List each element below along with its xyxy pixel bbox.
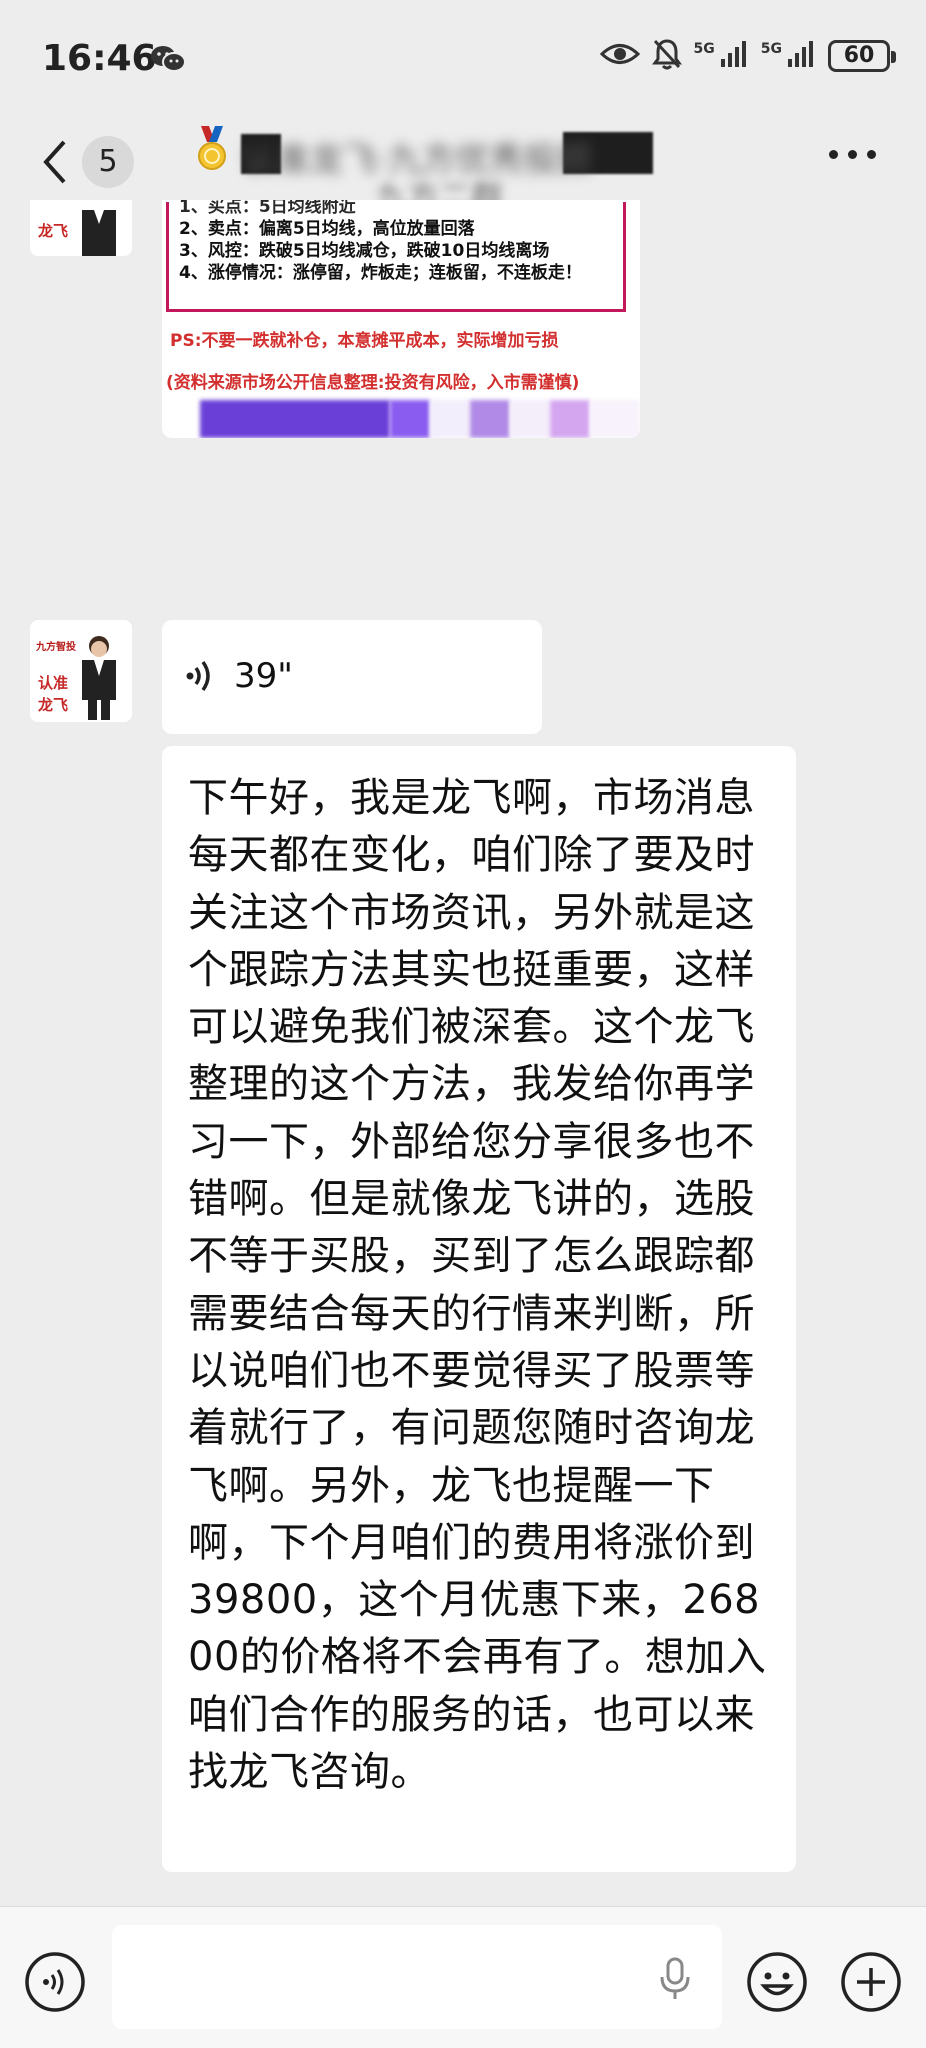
person-icon bbox=[76, 200, 122, 256]
network-label-1: 5G bbox=[693, 41, 715, 57]
avatar-tag: 龙飞 bbox=[38, 696, 69, 714]
mic-icon[interactable] bbox=[658, 1957, 692, 2005]
avatar-tag: 认准 bbox=[38, 674, 69, 692]
more-icon[interactable] bbox=[829, 150, 876, 159]
person-icon bbox=[76, 634, 122, 722]
unread-count-badge[interactable]: 5 bbox=[82, 136, 134, 188]
battery-icon: 60 bbox=[828, 40, 896, 72]
voice-wave-icon bbox=[184, 658, 216, 698]
avatar[interactable]: 龙飞 bbox=[30, 200, 132, 256]
rule-line: 2、卖点：偏离5日均线，高位放量回落 bbox=[179, 219, 475, 239]
avatar-brand: 九方智投 bbox=[36, 642, 76, 653]
ps-warning: PS:不要一跌就补仓，本意摊平成本，实际增加亏损 bbox=[170, 331, 559, 351]
chat-header: 5 认准龙飞·九方优秀投顾 九方二群 bbox=[0, 120, 926, 216]
back-icon[interactable] bbox=[38, 136, 72, 192]
medal-icon bbox=[195, 124, 229, 180]
emoji-icon[interactable] bbox=[746, 1951, 808, 2017]
plus-icon[interactable] bbox=[840, 1951, 902, 2017]
message-text: 下午好，我是龙飞啊，市场消息每天都在变化，咱们除了要及时关注这个市场资讯，另外就… bbox=[188, 775, 767, 1796]
signal-icon bbox=[719, 39, 749, 73]
input-bar bbox=[0, 1906, 926, 2048]
rule-line: 4、涨停情况：涨停留，炸板走；连板留，不连板走！ bbox=[179, 263, 582, 283]
chat-title: 认准龙飞·九方优秀投顾 九方二群 bbox=[195, 124, 755, 216]
blurred-strip bbox=[200, 400, 640, 438]
strategy-card: 1、买点：5日均线附近 2、卖点：偏离5日均线，高位放量回落 3、风控：跌破5日… bbox=[166, 200, 626, 312]
rule-line: 1、买点：5日均线附近 bbox=[179, 200, 356, 217]
status-indicators: 5G 5G 60 bbox=[599, 38, 896, 74]
status-bar: 16:46 5G 5G 60 bbox=[0, 0, 926, 120]
voice-toggle-icon[interactable] bbox=[24, 1951, 86, 2017]
network-label-2: 5G bbox=[760, 41, 782, 57]
source-disclaimer: (资料来源市场公开信息整理:投资有风险，入市需谨慎) bbox=[166, 373, 580, 393]
avatar[interactable]: 九方智投 认准 龙飞 bbox=[30, 620, 132, 722]
wechat-icon bbox=[150, 44, 186, 78]
eye-icon bbox=[599, 41, 640, 71]
message-input[interactable] bbox=[112, 1925, 722, 2029]
bell-off-icon bbox=[651, 38, 682, 74]
rule-line: 3、风控：跌破5日均线减仓，跌破10日均线离场 bbox=[179, 241, 550, 261]
avatar-tag: 龙飞 bbox=[38, 222, 69, 240]
status-time: 16:46 bbox=[42, 38, 157, 79]
image-message[interactable]: 1、买点：5日均线附近 2、卖点：偏离5日均线，高位放量回落 3、风控：跌破5日… bbox=[162, 200, 640, 438]
voice-duration: 39" bbox=[234, 656, 293, 696]
voice-message[interactable]: 39" bbox=[162, 620, 542, 734]
text-message[interactable]: 下午好，我是龙飞啊，市场消息每天都在变化，咱们除了要及时关注这个市场资讯，另外就… bbox=[162, 746, 796, 1872]
signal-icon bbox=[786, 39, 816, 73]
